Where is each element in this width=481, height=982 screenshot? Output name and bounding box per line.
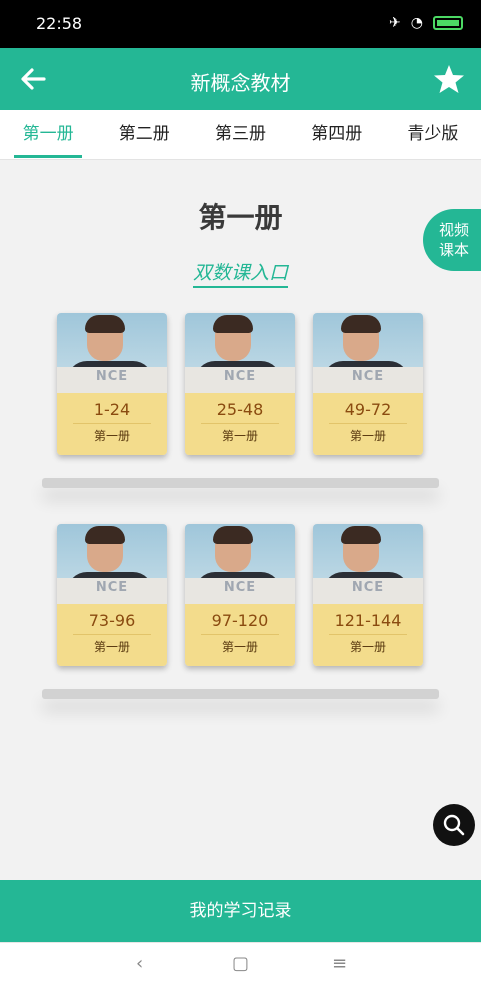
search-icon	[443, 814, 465, 836]
learning-record-button[interactable]: 我的学习记录	[0, 880, 481, 942]
app-bar: 新概念教材	[0, 48, 481, 110]
book-card[interactable]: NCE 1-24 第一册	[57, 313, 167, 455]
tab-youth[interactable]: 青少版	[385, 110, 481, 159]
book-cover-text: NCE	[95, 580, 129, 595]
book-cover-text: NCE	[223, 580, 257, 595]
book-card[interactable]: NCE 49-72 第一册	[313, 313, 423, 455]
book-cover-text: NCE	[95, 369, 129, 384]
book-range: 25-48	[216, 400, 264, 419]
book-range: 73-96	[88, 611, 136, 630]
battery-icon	[433, 16, 463, 30]
book-title: 第一册	[198, 201, 283, 234]
book-subtitle: 第一册	[93, 429, 130, 443]
video-textbook-line2: 课本	[438, 241, 469, 259]
book-subtitle: 第一册	[93, 640, 130, 654]
book-divider	[201, 423, 279, 424]
system-nav-bar: ‹ ▢ ≡	[0, 942, 481, 982]
book-subtitle: 第一册	[221, 640, 258, 654]
book-divider	[73, 423, 151, 424]
book-divider	[201, 634, 279, 635]
airplane-icon: ✈	[389, 15, 401, 31]
tab-book-4[interactable]: 第四册	[289, 110, 385, 159]
even-lesson-entry-label: 双数课入口	[192, 262, 288, 288]
page-title: 新概念教材	[190, 71, 291, 95]
book-range: 49-72	[344, 400, 392, 419]
nav-menu-icon[interactable]: ≡	[332, 953, 347, 974]
book-divider	[329, 634, 407, 635]
favorite-button[interactable]	[429, 60, 469, 98]
book-range: 1-24	[93, 400, 131, 419]
book-card[interactable]: NCE 121-144 第一册	[313, 524, 423, 666]
status-time: 22:58	[36, 14, 83, 33]
bookshelf	[42, 689, 439, 699]
tab-bar: 第一册 第二册 第三册 第四册 青少版	[0, 110, 481, 160]
nav-home-icon[interactable]: ▢	[232, 953, 249, 974]
book-card[interactable]: NCE 97-120 第一册	[185, 524, 295, 666]
status-icons: ✈ ◔	[389, 14, 463, 32]
book-cover-text: NCE	[351, 580, 385, 595]
wifi-icon: ◔	[410, 15, 423, 31]
book-subtitle: 第一册	[349, 429, 386, 443]
video-textbook-line1: 视频	[438, 221, 469, 239]
book-divider	[329, 423, 407, 424]
star-icon	[434, 65, 464, 93]
book-divider	[73, 634, 151, 635]
search-button[interactable]	[433, 804, 475, 846]
book-cover-text: NCE	[223, 369, 257, 384]
even-lesson-entry-link[interactable]: 双数课入口	[0, 258, 481, 288]
video-textbook-button[interactable]: 视频 课本	[423, 209, 481, 271]
book-range: 97-120	[211, 611, 269, 630]
bookshelf	[42, 478, 439, 488]
tab-book-1[interactable]: 第一册	[0, 110, 96, 159]
book-range: 121-144	[334, 611, 402, 630]
nav-back-icon[interactable]: ‹	[136, 953, 143, 974]
book-card[interactable]: NCE 73-96 第一册	[57, 524, 167, 666]
tab-book-2[interactable]: 第二册	[96, 110, 192, 159]
status-bar: 22:58 ✈ ◔	[0, 0, 481, 48]
book-cover-text: NCE	[351, 369, 385, 384]
book-subtitle: 第一册	[349, 640, 386, 654]
book-subtitle: 第一册	[221, 429, 258, 443]
book-card[interactable]: NCE 25-48 第一册	[185, 313, 295, 455]
tab-book-3[interactable]: 第三册	[192, 110, 288, 159]
